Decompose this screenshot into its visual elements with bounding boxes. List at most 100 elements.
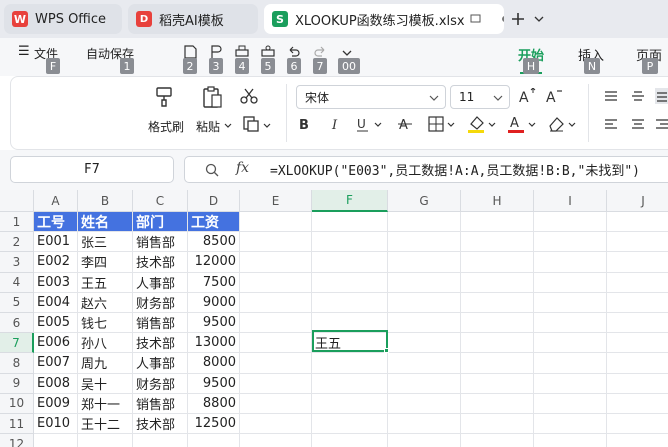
empty-cell[interactable] — [607, 353, 668, 374]
column-header-e[interactable]: E — [240, 190, 312, 212]
column-header-f[interactable]: F — [312, 190, 388, 212]
clear-format-icon[interactable] — [547, 115, 565, 133]
empty-cell[interactable] — [312, 434, 388, 447]
borders-icon[interactable] — [428, 116, 444, 132]
empty-cell[interactable] — [388, 272, 461, 293]
empty-cell[interactable] — [240, 313, 312, 334]
empty-cell[interactable] — [534, 272, 607, 293]
table-data-cell[interactable]: 7500 — [188, 272, 240, 293]
font-size-select[interactable]: 11 — [450, 85, 510, 109]
empty-cell[interactable] — [388, 212, 461, 233]
empty-cell[interactable] — [607, 434, 668, 447]
table-data-cell[interactable]: 吴十 — [78, 373, 133, 394]
empty-cell[interactable] — [534, 212, 607, 233]
table-data-cell[interactable]: 销售部 — [133, 232, 188, 253]
table-data-cell[interactable]: 钱七 — [78, 313, 133, 334]
table-data-cell[interactable]: 13000 — [188, 333, 240, 354]
font-color-dropdown-icon[interactable] — [528, 121, 536, 129]
empty-cell[interactable] — [607, 212, 668, 233]
table-data-cell[interactable]: E002 — [34, 252, 78, 273]
empty-cell[interactable] — [312, 212, 388, 233]
table-data-cell[interactable]: E009 — [34, 393, 78, 414]
empty-cell[interactable] — [607, 313, 668, 334]
fill-handle[interactable] — [384, 348, 389, 353]
empty-cell[interactable] — [34, 434, 78, 447]
name-box[interactable]: F7 — [10, 156, 174, 183]
column-header-c[interactable]: C — [133, 190, 188, 212]
empty-cell[interactable] — [388, 232, 461, 253]
column-header-a[interactable]: A — [34, 190, 78, 212]
empty-cell[interactable] — [607, 273, 668, 293]
row-header-12[interactable]: 12 — [0, 434, 34, 447]
row-header-5[interactable]: 5 — [0, 292, 34, 313]
table-header-cell[interactable]: 部门 — [133, 212, 188, 233]
empty-cell[interactable] — [312, 232, 388, 253]
table-data-cell[interactable]: 技术部 — [133, 333, 188, 354]
empty-cell[interactable] — [461, 434, 534, 447]
empty-cell[interactable] — [607, 414, 668, 435]
copy-icon[interactable] — [242, 115, 260, 133]
row-header-7[interactable]: 7 — [0, 333, 34, 354]
tab-list-chevron-icon[interactable] — [534, 14, 544, 24]
empty-cell[interactable] — [312, 272, 388, 293]
empty-cell[interactable] — [388, 393, 461, 414]
italic-icon[interactable]: I — [330, 116, 344, 132]
empty-cell[interactable] — [461, 272, 534, 293]
empty-cell[interactable] — [312, 393, 388, 414]
table-data-cell[interactable]: 张三 — [78, 232, 133, 253]
empty-cell[interactable] — [133, 434, 188, 447]
empty-cell[interactable] — [461, 333, 534, 354]
table-data-cell[interactable]: 技术部 — [133, 252, 188, 273]
table-data-cell[interactable]: 财务部 — [133, 292, 188, 313]
row-header-4[interactable]: 4 — [0, 272, 34, 293]
empty-cell[interactable] — [240, 353, 312, 374]
fill-color-icon[interactable] — [467, 114, 485, 134]
column-header-d[interactable]: D — [188, 190, 240, 212]
format-painter-label[interactable]: 格式刷 — [148, 118, 184, 135]
paste-dropdown-icon[interactable] — [224, 122, 232, 130]
empty-cell[interactable] — [461, 353, 534, 374]
empty-cell[interactable] — [534, 292, 607, 313]
table-data-cell[interactable]: 人事部 — [133, 272, 188, 293]
table-data-cell[interactable]: 9500 — [188, 373, 240, 394]
empty-cell[interactable] — [240, 373, 312, 394]
align-top-icon[interactable] — [604, 90, 618, 102]
empty-cell[interactable] — [312, 313, 388, 334]
active-cell-f7[interactable]: 王五 — [312, 333, 388, 354]
table-data-cell[interactable]: 9000 — [188, 292, 240, 313]
empty-cell[interactable] — [240, 272, 312, 293]
tab-wps-office[interactable]: W WPS Office — [4, 4, 122, 34]
empty-cell[interactable] — [388, 414, 461, 435]
table-data-cell[interactable]: 8800 — [188, 393, 240, 414]
empty-cell[interactable] — [78, 434, 133, 447]
align-bottom-icon[interactable] — [655, 88, 668, 104]
empty-cell[interactable] — [607, 394, 668, 414]
empty-cell[interactable] — [534, 373, 607, 394]
borders-dropdown-icon[interactable] — [447, 121, 455, 129]
table-header-cell[interactable]: 工资 — [188, 212, 240, 233]
empty-cell[interactable] — [461, 373, 534, 394]
align-right-icon[interactable] — [656, 118, 668, 130]
row-header-6[interactable]: 6 — [0, 313, 34, 334]
paste-icon[interactable] — [201, 85, 223, 109]
table-data-cell[interactable]: 12500 — [188, 414, 240, 435]
empty-cell[interactable] — [461, 232, 534, 253]
empty-cell[interactable] — [534, 313, 607, 334]
empty-cell[interactable] — [312, 252, 388, 273]
column-header-h[interactable]: H — [461, 190, 534, 212]
row-header-2[interactable]: 2 — [0, 232, 34, 253]
empty-cell[interactable] — [240, 333, 312, 354]
empty-cell[interactable] — [388, 252, 461, 273]
align-center-icon[interactable] — [631, 118, 645, 130]
empty-cell[interactable] — [240, 434, 312, 447]
empty-cell[interactable] — [388, 292, 461, 313]
table-data-cell[interactable]: E001 — [34, 232, 78, 253]
table-data-cell[interactable]: E004 — [34, 292, 78, 313]
table-data-cell[interactable]: 8000 — [188, 353, 240, 374]
function-fx-icon[interactable]: fx — [236, 160, 249, 176]
select-all-corner[interactable] — [0, 190, 34, 212]
undo-icon[interactable] — [287, 45, 301, 59]
row-header-8[interactable]: 8 — [0, 353, 34, 374]
table-data-cell[interactable]: 周九 — [78, 353, 133, 374]
copy-dropdown-icon[interactable] — [263, 122, 271, 130]
